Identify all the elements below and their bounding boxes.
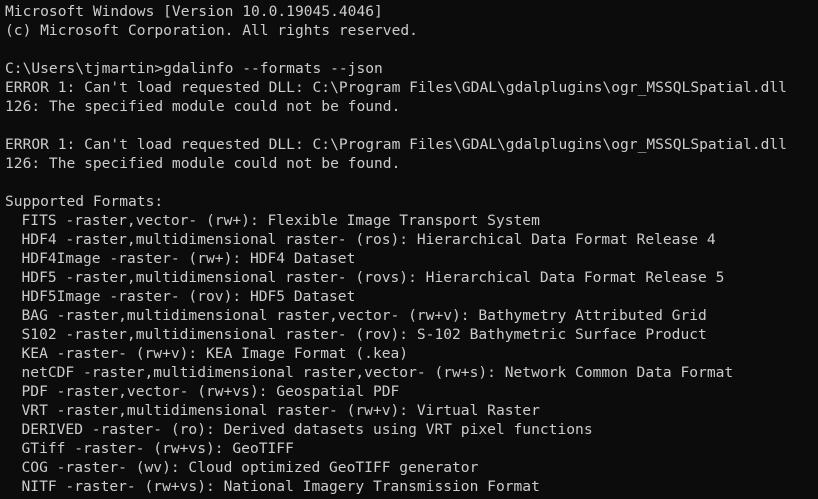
format-line: HDF4 -raster,multidimensional raster- (r… [21, 231, 716, 248]
prompt-path: C:\Users\tjmartin> [5, 60, 164, 77]
error-line: ERROR 1: Can't load requested DLL: C:\Pr… [5, 79, 787, 96]
format-line: PDF -raster,vector- (rw+vs): Geospatial … [21, 383, 400, 400]
format-line: netCDF -raster,multidimensional raster,v… [21, 364, 734, 381]
format-line: S102 -raster,multidimensional raster- (r… [21, 326, 707, 343]
windows-version-line: Microsoft Windows [Version 10.0.19045.40… [5, 3, 383, 20]
format-line: BAG -raster,multidimensional raster,vect… [21, 307, 707, 324]
format-line: COG -raster- (wv): Cloud optimized GeoTI… [21, 459, 479, 476]
format-line: VRT -raster,multidimensional raster- (rw… [21, 402, 540, 419]
command-prompt-line: C:\Users\tjmartin>gdalinfo --formats --j… [5, 59, 818, 78]
copyright-line: (c) Microsoft Corporation. All rights re… [5, 22, 418, 39]
error-detail-line: 126: The specified module could not be f… [5, 98, 401, 115]
terminal-output[interactable]: Microsoft Windows [Version 10.0.19045.40… [0, 0, 818, 499]
command-text: gdalinfo --formats --json [163, 60, 383, 77]
error-detail-line: 126: The specified module could not be f… [5, 155, 401, 172]
format-line: KEA -raster- (rw+v): KEA Image Format (.… [21, 345, 409, 362]
formats-heading: Supported Formats: [5, 193, 164, 210]
format-line: NITF -raster- (rw+vs): National Imagery … [21, 478, 540, 495]
format-line: FITS -raster,vector- (rw+): Flexible Ima… [21, 212, 540, 229]
format-line: HDF4Image -raster- (rw+): HDF4 Dataset [21, 250, 356, 267]
format-line: HDF5 -raster,multidimensional raster- (r… [21, 269, 725, 286]
format-line: DERIVED -raster- (ro): Derived datasets … [21, 421, 593, 438]
error-line: ERROR 1: Can't load requested DLL: C:\Pr… [5, 136, 787, 153]
format-line: HDF5Image -raster- (rov): HDF5 Dataset [21, 288, 356, 305]
format-line: GTiff -raster- (rw+vs): GeoTIFF [21, 440, 294, 457]
